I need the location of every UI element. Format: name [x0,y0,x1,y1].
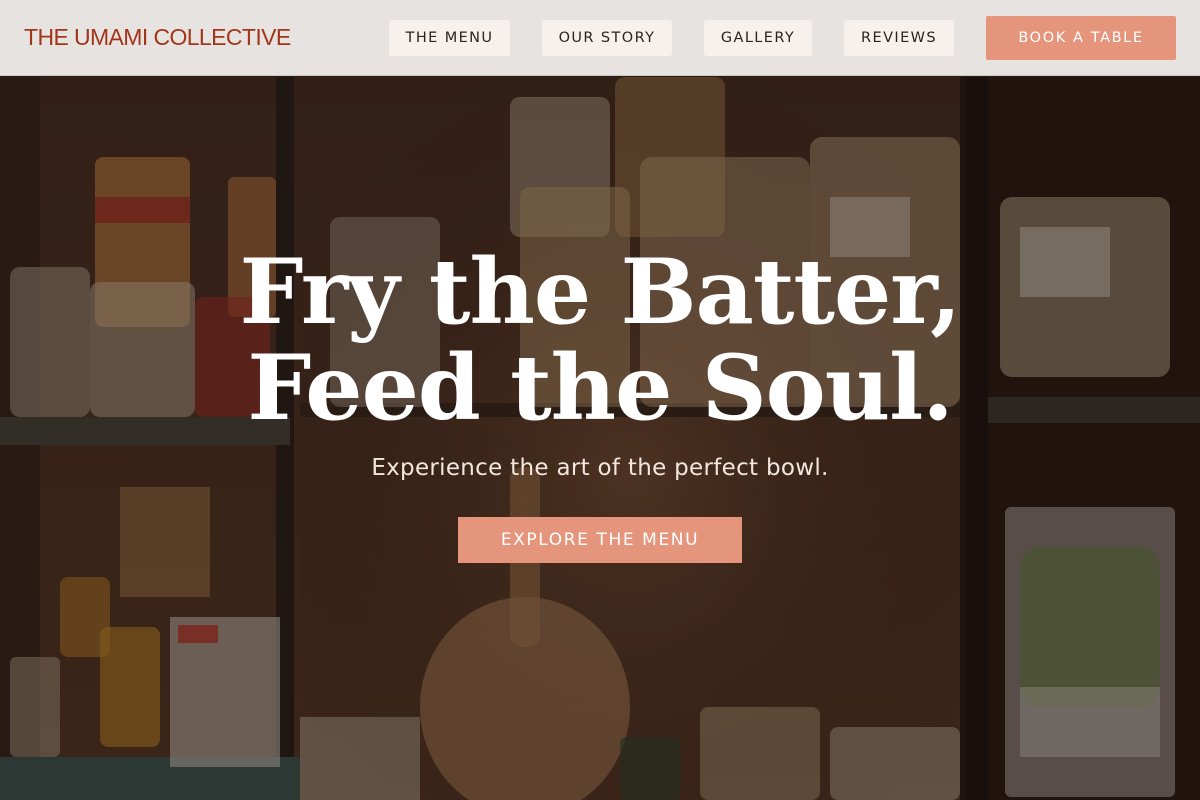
nav-our-story[interactable]: OUR STORY [542,20,672,56]
hero-title-line-2: Feed the Soul. [247,335,953,441]
book-table-button[interactable]: BOOK A TABLE [986,16,1176,60]
brand-logo[interactable]: THE UMAMI COLLECTIVE [24,24,291,51]
hero-title-line-1: Fry the Batter, [239,239,962,345]
hero-subtitle: Experience the art of the perfect bowl. [371,455,829,481]
site-header: THE UMAMI COLLECTIVE THE MENU OUR STORY … [0,0,1200,76]
hero-section: Fry the Batter, Feed the Soul. Experienc… [0,77,1200,800]
explore-menu-button[interactable]: EXPLORE THE MENU [458,517,742,563]
nav-the-menu[interactable]: THE MENU [389,20,510,56]
hero-title: Fry the Batter, Feed the Soul. [0,244,1200,436]
nav-reviews[interactable]: REVIEWS [844,20,954,56]
nav-gallery[interactable]: GALLERY [704,20,812,56]
